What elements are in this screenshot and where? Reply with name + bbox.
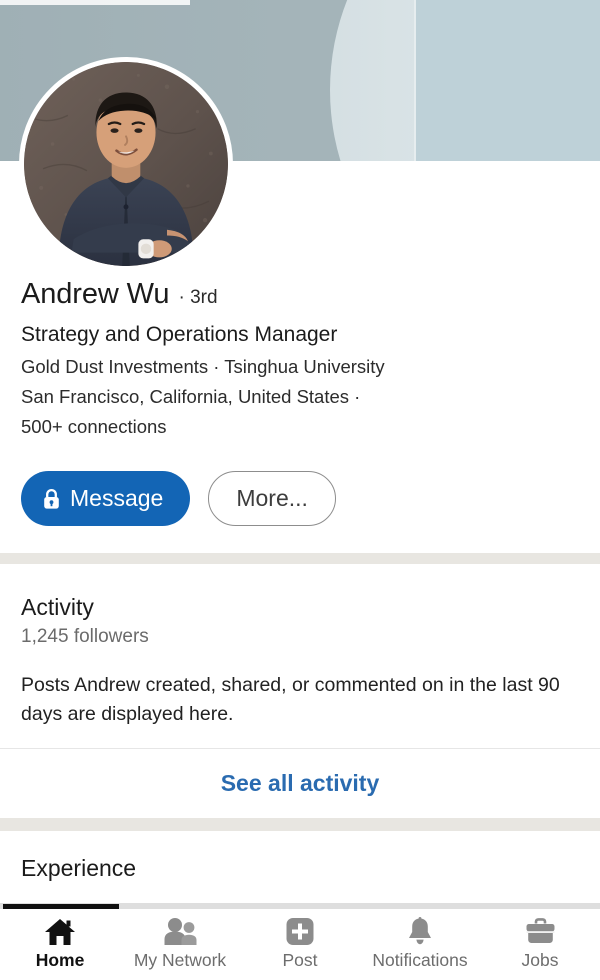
nav-item-post[interactable]: Post [240, 909, 360, 980]
name-row: Andrew Wu · 3rd [21, 277, 584, 315]
section-divider-2 [0, 818, 600, 831]
activity-empty-state: Posts Andrew created, shared, or comment… [21, 674, 560, 725]
company-and-school: Gold Dust Investments · Tsinghua Univers… [21, 356, 385, 377]
more-button-label: More... [236, 485, 308, 511]
section-divider-1 [0, 553, 600, 564]
nav-label-home: Home [35, 950, 85, 970]
nav-label-my-network: My Network [133, 950, 227, 970]
page-title: Andrew Wu [21, 278, 170, 310]
nav-label-notifications: Notifications [372, 950, 468, 970]
profile-photo-icon [24, 62, 228, 266]
nav-label-jobs: Jobs [521, 950, 559, 970]
lock-icon [44, 488, 59, 509]
more-button[interactable]: More... [208, 471, 336, 526]
home-icon [44, 916, 76, 947]
bottom-navigation-bar: Home My Network Post Notifications Jobs [0, 909, 600, 980]
message-button-label: Message [70, 485, 164, 511]
see-all-activity-link[interactable]: See all activity [0, 749, 600, 818]
activity-card: Activity 1,245 followers Posts Andrew cr… [0, 564, 600, 818]
followers-count: 1,245 followers [21, 626, 149, 647]
connection-degree: · 3rd [178, 287, 218, 308]
identity-block: Andrew Wu · 3rd Strategy and Operations … [21, 277, 584, 442]
linkedin-profile-screen: Andrew Wu · 3rd Strategy and Operations … [0, 0, 600, 980]
profile-action-row: Message More... [21, 471, 336, 526]
nav-item-home[interactable]: Home [0, 909, 120, 980]
experience-card: Experience [0, 831, 600, 906]
message-button[interactable]: Message [21, 471, 191, 526]
experience-section-title: Experience [21, 855, 137, 881]
activity-section-title: Activity [21, 594, 94, 620]
plus-square-icon [285, 916, 315, 947]
bell-icon [406, 916, 434, 947]
briefcase-icon [525, 916, 556, 947]
profile-location: San Francisco, California, United States… [21, 386, 361, 407]
status-bar-strip [0, 0, 190, 5]
avatar[interactable] [19, 57, 233, 271]
nav-item-notifications[interactable]: Notifications [360, 909, 480, 980]
nav-label-post: Post [282, 950, 318, 970]
see-all-activity-label: See all activity [220, 770, 380, 796]
people-icon [163, 916, 197, 947]
nav-item-my-network[interactable]: My Network [120, 909, 240, 980]
connections-count[interactable]: 500+ connections [21, 412, 584, 442]
nav-item-jobs[interactable]: Jobs [480, 909, 600, 980]
profile-card: Andrew Wu · 3rd Strategy and Operations … [0, 57, 600, 553]
profile-headline: Strategy and Operations Manager [21, 323, 338, 346]
